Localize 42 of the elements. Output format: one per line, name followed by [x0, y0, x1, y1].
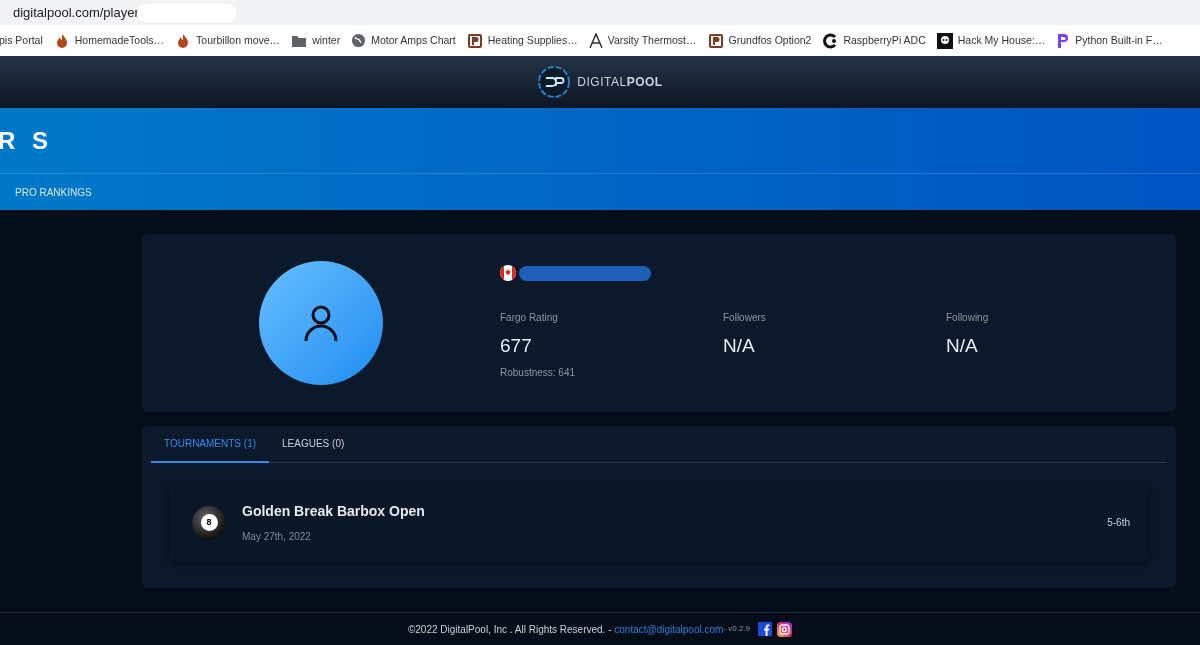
bookmark-link[interactable]: Grundfos Option2 [728, 32, 812, 49]
bookmark-link[interactable]: HomemadeTools… [74, 32, 165, 49]
bookmark-link[interactable]: Heating Supplies… [487, 32, 578, 49]
stat-label: Following [946, 311, 990, 325]
instagram-icon[interactable] [777, 621, 793, 637]
stat-value: N/A [723, 334, 756, 358]
bookmark-link[interactable]: Tourbillon move… [196, 32, 281, 49]
tab[interactable]: TOURNAMENTS (1) [151, 426, 270, 463]
globe-icon [351, 33, 367, 48]
stat-subtext: Robustness: 641 [500, 365, 577, 380]
skull-icon [936, 32, 953, 49]
a-logo-icon [588, 32, 603, 49]
nav-link[interactable]: PRO RANKINGS [15, 184, 92, 200]
p-logo-icon [1056, 32, 1071, 49]
bookmark-link[interactable]: winter [312, 32, 341, 49]
facebook-icon[interactable] [758, 622, 773, 636]
tournament-row[interactable]: 8 Golden Break Barbox Open May 27th, 2022 5-6th [170, 484, 1148, 561]
stat-label: Followers [723, 311, 767, 325]
url-text[interactable]: digitalpool.com/player [13, 2, 139, 23]
logo-icon [537, 65, 572, 99]
tournament-title: Golden Break Barbox Open [242, 502, 426, 521]
placement-text: 5-6th [1107, 516, 1130, 530]
logo-text: DIGITALPOOL [577, 74, 663, 91]
c-logo-icon [822, 32, 839, 49]
stat-value: 677 [500, 334, 533, 358]
canada-flag-icon [500, 265, 516, 281]
bookmark-link[interactable]: RaspberryPi ADC [843, 32, 926, 49]
folder-icon [291, 33, 308, 48]
bookmark-link[interactable]: Varsity Thermost… [607, 32, 697, 49]
p-logo-icon [466, 32, 483, 49]
stat-label: Fargo Rating [500, 311, 559, 325]
bookmark-link[interactable]: pis Portal [0, 32, 43, 49]
bookmark-link[interactable]: Motor Amps Chart [371, 32, 456, 49]
bookmark-link[interactable]: Python Built-in F… [1075, 32, 1163, 49]
stat-value: N/A [946, 334, 979, 358]
bookmark-link[interactable]: Hack My House:… [957, 32, 1046, 49]
tournament-date: May 27th, 2022 [242, 530, 312, 544]
p-logo-icon [707, 32, 724, 49]
page-title: R S [0, 125, 53, 156]
tab[interactable]: LEAGUES (0) [269, 426, 358, 463]
version-text: - v0.2.9 [723, 623, 751, 633]
user-icon [303, 304, 339, 342]
